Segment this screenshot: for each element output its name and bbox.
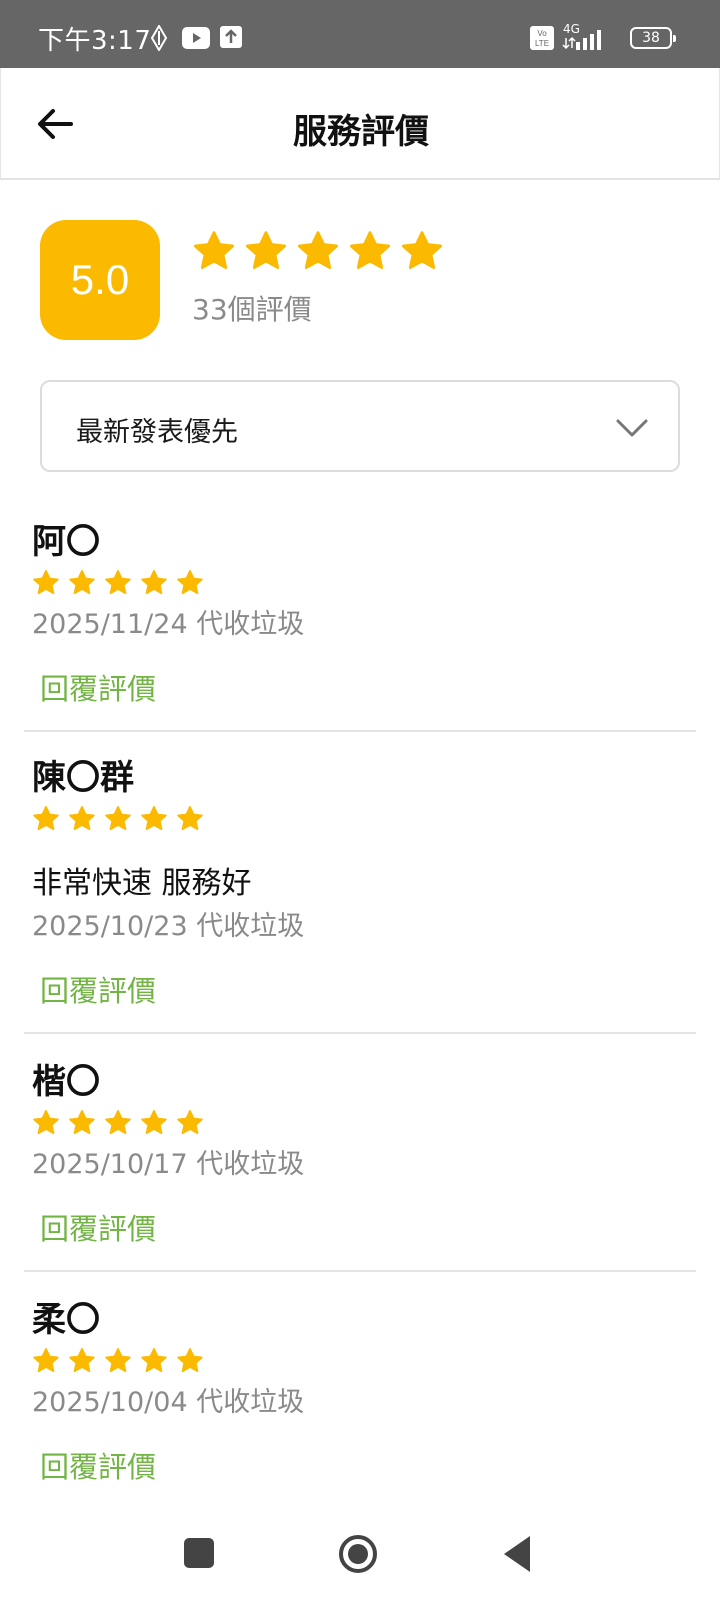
summary-stars (192, 228, 444, 272)
star-icon (141, 1348, 167, 1373)
review-date-service: 2025/10/23 代收垃圾 (32, 904, 304, 943)
star-icon (105, 1348, 131, 1373)
review-date-service: 2025/10/17 代收垃圾 (32, 1142, 304, 1181)
star-icon (401, 231, 443, 269)
sort-dropdown[interactable]: 最新發表優先 (40, 380, 680, 472)
review-date: 2025/11/24 (32, 609, 188, 640)
review-text: 非常快速 服務好 (32, 866, 252, 901)
review-stars (32, 804, 204, 832)
reviewer-name: 陳〇群 (32, 758, 134, 798)
signal-icon (562, 30, 601, 50)
review-stars (32, 568, 204, 596)
location-diamond-icon (150, 25, 168, 51)
review-service: 代收垃圾 (196, 609, 305, 640)
star-icon (177, 570, 203, 595)
nav-recents-icon[interactable] (178, 1532, 222, 1576)
rating-score-badge: 5.0 (40, 220, 160, 340)
chevron-down-icon (616, 419, 648, 437)
star-icon (177, 1110, 203, 1135)
youtube-icon (182, 27, 210, 49)
review-date: 2025/10/23 (32, 911, 188, 942)
star-icon (105, 1110, 131, 1135)
review-stars (32, 1346, 204, 1374)
star-icon (105, 570, 131, 595)
review-count: 33個評價 (192, 293, 312, 326)
page-title: 服務評價 (293, 112, 429, 152)
status-bar: 下午3:17 Vo LTE 4G 38 (0, 0, 720, 68)
star-icon (141, 806, 167, 831)
star-icon (69, 1110, 95, 1135)
star-icon (193, 231, 235, 269)
reviewer-name: 楷〇 (32, 1062, 100, 1102)
review-date-service: 2025/10/04 代收垃圾 (32, 1380, 304, 1419)
sort-selected-label: 最新發表優先 (76, 417, 238, 448)
review-stars (32, 1108, 204, 1136)
review-date: 2025/10/04 (32, 1387, 188, 1418)
review-item: 陳〇群 非常快速 服務好 2025/10/23 代收垃圾 回覆評價 (24, 730, 696, 1034)
volte-icon: Vo LTE (530, 26, 554, 50)
star-icon (141, 570, 167, 595)
star-icon (105, 806, 131, 831)
upload-icon (220, 26, 242, 48)
nav-back-icon[interactable] (498, 1532, 542, 1576)
svg-text:LTE: LTE (535, 39, 549, 48)
star-icon (297, 231, 339, 269)
review-service: 代收垃圾 (196, 1149, 305, 1180)
star-icon (69, 806, 95, 831)
star-icon (177, 806, 203, 831)
star-icon (141, 1110, 167, 1135)
star-icon (33, 1110, 59, 1135)
system-nav-bar (0, 1520, 720, 1600)
review-date-service: 2025/11/24 代收垃圾 (32, 602, 304, 641)
reviewer-name: 阿〇 (32, 522, 100, 562)
app-header: 服務評價 (0, 68, 720, 180)
reply-review-button[interactable]: 回覆評價 (40, 968, 156, 1010)
review-service: 代收垃圾 (196, 911, 305, 942)
star-icon (69, 570, 95, 595)
reply-review-button[interactable]: 回覆評價 (40, 1444, 156, 1486)
reply-review-button[interactable]: 回覆評價 (40, 1206, 156, 1248)
review-item: 楷〇 2025/10/17 代收垃圾 回覆評價 (24, 1032, 696, 1272)
status-time: 下午3:17 (38, 26, 152, 56)
battery-indicator: 38 (630, 27, 676, 49)
nav-home-icon[interactable] (336, 1532, 380, 1576)
review-date: 2025/10/17 (32, 1149, 188, 1180)
reply-review-button[interactable]: 回覆評價 (40, 666, 156, 708)
star-icon (33, 570, 59, 595)
star-icon (245, 231, 287, 269)
review-item: 柔〇 2025/10/04 代收垃圾 回覆評價 (24, 1270, 696, 1510)
svg-text:Vo: Vo (537, 29, 547, 38)
star-icon (69, 1348, 95, 1373)
star-icon (33, 1348, 59, 1373)
reviewer-name: 柔〇 (32, 1300, 100, 1340)
review-item: 阿〇 2025/11/24 代收垃圾 回覆評價 (24, 500, 696, 732)
review-service: 代收垃圾 (196, 1387, 305, 1418)
star-icon (177, 1348, 203, 1373)
star-icon (33, 806, 59, 831)
star-icon (349, 231, 391, 269)
